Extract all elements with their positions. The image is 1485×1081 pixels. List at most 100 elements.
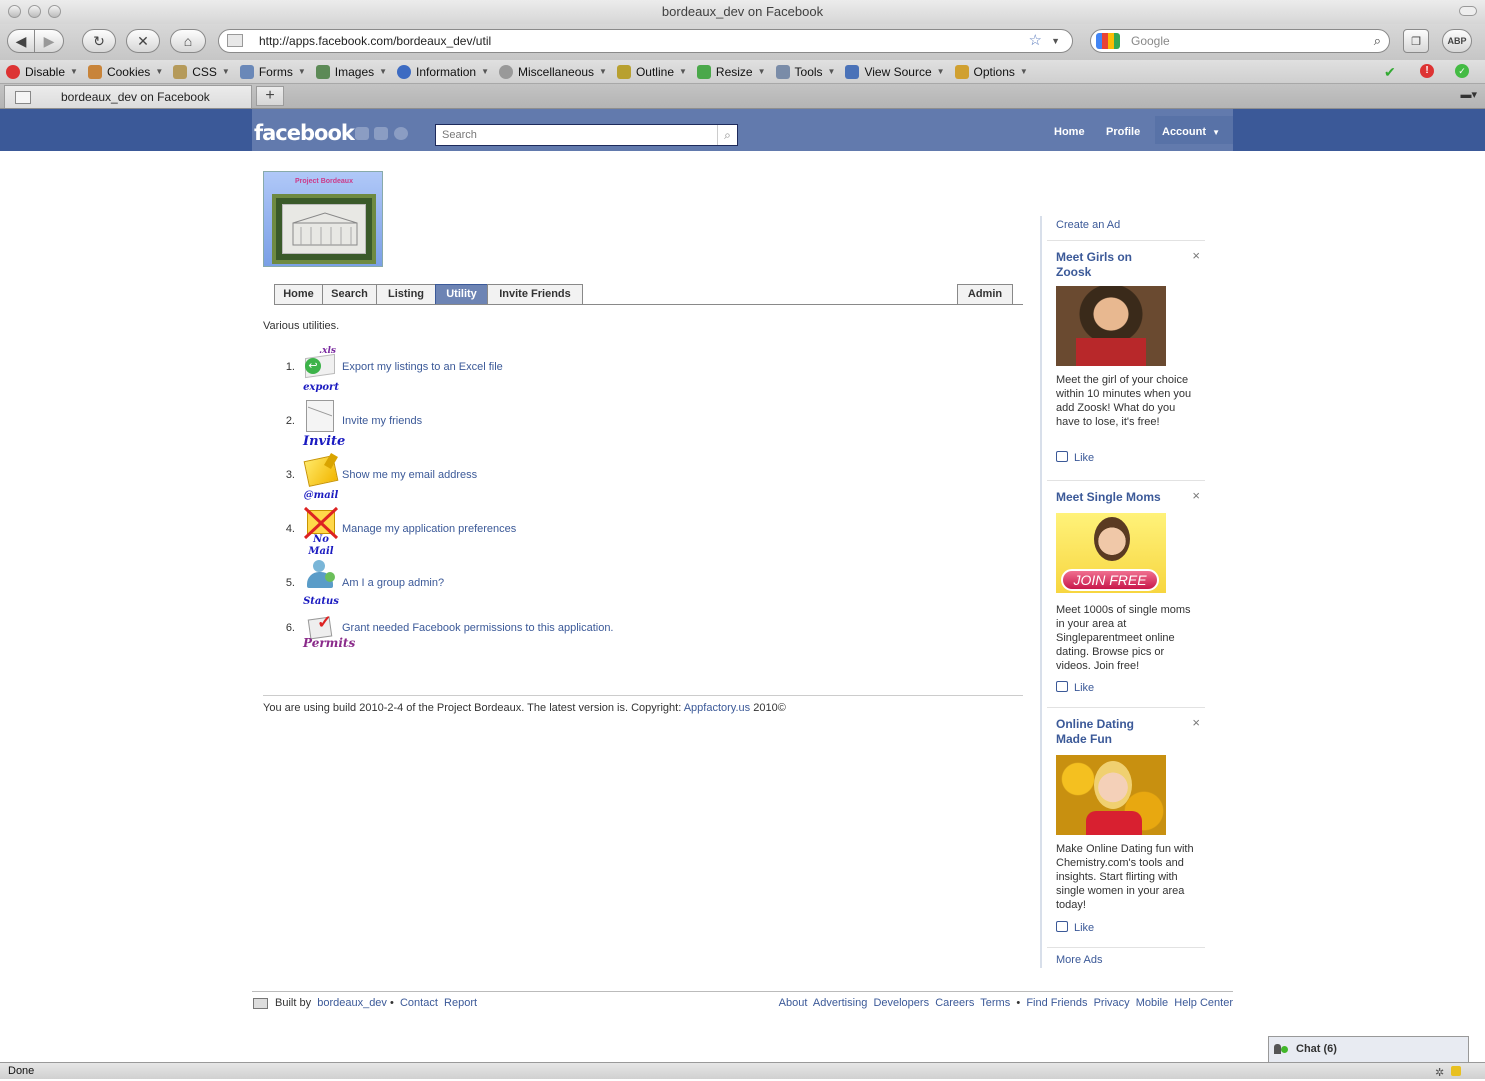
- utility-link[interactable]: Grant needed Facebook permissions to thi…: [342, 622, 614, 634]
- footer-find-friends-link[interactable]: Find Friends: [1026, 997, 1087, 1009]
- toolbar-css-menu[interactable]: CSS ▼: [173, 64, 230, 79]
- copyright-year: 2010©: [753, 702, 786, 714]
- export-excel-icon[interactable]: .xls ↩ export: [303, 344, 339, 394]
- icon-caption: Permits: [303, 636, 356, 650]
- facebook-logo[interactable]: facebook: [254, 121, 355, 145]
- group-status-icon[interactable]: Status: [303, 560, 339, 610]
- ad-like-link[interactable]: Like: [1056, 681, 1094, 694]
- window-copy-button[interactable]: ❐: [1403, 29, 1429, 53]
- toolbar-view-source-menu[interactable]: View Source ▼: [845, 64, 945, 79]
- close-ad-icon[interactable]: ×: [1192, 715, 1200, 730]
- search-icon[interactable]: ⌕: [1374, 30, 1381, 52]
- toolbar-outline-menu[interactable]: Outline ▼: [616, 64, 687, 79]
- reload-button[interactable]: ↻: [82, 29, 116, 53]
- footer-advertising-link[interactable]: Advertising: [813, 997, 867, 1009]
- close-ad-icon[interactable]: ×: [1192, 488, 1200, 503]
- footer-contact-link[interactable]: Contact: [400, 997, 438, 1009]
- utility-link[interactable]: Invite my friends: [342, 415, 422, 427]
- toolbar-images-menu[interactable]: Images ▼: [315, 64, 387, 79]
- invite-envelope-icon[interactable]: Invite: [303, 397, 345, 449]
- validation-ok-icon[interactable]: ✔: [1384, 64, 1396, 81]
- tab-listing[interactable]: Listing: [376, 284, 436, 305]
- toolbar-toggle-button[interactable]: [1459, 6, 1477, 16]
- permits-checklist-icon[interactable]: ✓ Permits: [303, 612, 356, 662]
- new-tab-button[interactable]: +: [256, 86, 284, 106]
- nav-profile-link[interactable]: Profile: [1106, 126, 1140, 138]
- close-ad-icon[interactable]: ×: [1192, 248, 1200, 263]
- utility-link[interactable]: Manage my application preferences: [342, 523, 516, 535]
- tab-invite-friends[interactable]: Invite Friends: [487, 284, 583, 305]
- ad-image[interactable]: JOIN FREE: [1056, 513, 1166, 593]
- url-history-dropdown-icon[interactable]: ▼: [1051, 30, 1060, 52]
- footer-separator: •: [1016, 997, 1021, 1009]
- ad-title[interactable]: Meet Single Moms: [1056, 490, 1166, 505]
- email-envelope-icon[interactable]: @mail: [303, 452, 339, 502]
- ad-title[interactable]: Meet Girls on Zoosk: [1056, 250, 1166, 280]
- join-free-button[interactable]: JOIN FREE: [1061, 569, 1159, 591]
- no-mail-icon[interactable]: No Mail: [303, 506, 339, 557]
- tab-search[interactable]: Search: [322, 284, 377, 305]
- messages-icon[interactable]: [374, 127, 388, 140]
- ad-like-link[interactable]: Like: [1056, 451, 1094, 464]
- toolbar-resize-menu[interactable]: Resize ▼: [696, 64, 766, 79]
- check-status-icon[interactable]: ✓: [1455, 64, 1469, 78]
- close-window-button[interactable]: [8, 5, 21, 18]
- tab-list-button[interactable]: ▬▾: [1460, 88, 1477, 101]
- more-ads-link[interactable]: More Ads: [1056, 954, 1102, 966]
- stop-button[interactable]: ✕: [126, 29, 160, 53]
- toolbar-options-menu[interactable]: Options ▼: [954, 64, 1028, 79]
- footer-terms-link[interactable]: Terms: [980, 997, 1010, 1009]
- facebook-search-input[interactable]: Search ⌕: [435, 124, 738, 146]
- nav-home-link[interactable]: Home: [1054, 126, 1085, 138]
- toolbar-forms-menu[interactable]: Forms ▼: [239, 64, 306, 79]
- tab-list-icon: ▬▾: [1460, 89, 1477, 101]
- footer-privacy-link[interactable]: Privacy: [1094, 997, 1130, 1009]
- error-icon[interactable]: !: [1420, 64, 1434, 78]
- footer-careers-link[interactable]: Careers: [935, 997, 974, 1009]
- toolbar-information-menu[interactable]: Information ▼: [397, 64, 489, 79]
- tab-admin[interactable]: Admin: [957, 284, 1013, 305]
- footer-app-link[interactable]: bordeaux_dev: [317, 997, 387, 1009]
- web-search-field[interactable]: Google ⌕: [1090, 29, 1390, 53]
- toolbar-tools-menu[interactable]: Tools ▼: [775, 64, 835, 79]
- forward-button[interactable]: ▶: [34, 29, 64, 53]
- utility-link[interactable]: Am I a group admin?: [342, 577, 444, 589]
- google-search-engine-icon[interactable]: [1096, 33, 1120, 49]
- app-logo[interactable]: Project Bordeaux: [263, 171, 383, 267]
- search-icon[interactable]: ⌕: [717, 125, 737, 145]
- toolbar-miscellaneous-menu[interactable]: Miscellaneous ▼: [499, 64, 607, 79]
- addon-p-icon[interactable]: [1451, 1066, 1461, 1076]
- back-button[interactable]: ◀: [7, 29, 35, 53]
- notifications-globe-icon[interactable]: [394, 127, 408, 140]
- browser-tab[interactable]: bordeaux_dev on Facebook: [4, 85, 252, 108]
- utility-link[interactable]: Show me my email address: [342, 469, 477, 481]
- ad-image[interactable]: [1056, 755, 1166, 835]
- footer-mobile-link[interactable]: Mobile: [1136, 997, 1168, 1009]
- footer-developers-link[interactable]: Developers: [873, 997, 929, 1009]
- tab-utility[interactable]: Utility: [435, 284, 488, 305]
- home-button[interactable]: ⌂: [170, 29, 206, 53]
- friend-requests-icon[interactable]: [355, 127, 369, 140]
- page-description: Various utilities.: [263, 320, 340, 332]
- address-bar[interactable]: http://apps.facebook.com/bordeaux_dev/ut…: [218, 29, 1073, 53]
- minimize-window-button[interactable]: [28, 5, 41, 18]
- adblock-button[interactable]: ABP: [1442, 29, 1472, 53]
- toolbar-disable-menu[interactable]: Disable ▼: [6, 64, 78, 79]
- ad-title[interactable]: Online Dating Made Fun: [1056, 717, 1166, 747]
- appfactory-link[interactable]: Appfactory.us: [684, 702, 750, 714]
- toolbar-cookies-menu[interactable]: Cookies ▼: [87, 64, 163, 79]
- account-menu[interactable]: Account ▼: [1155, 116, 1233, 144]
- zoom-window-button[interactable]: [48, 5, 61, 18]
- ad-like-link[interactable]: Like: [1056, 921, 1094, 934]
- status-addon-icons[interactable]: ✲: [1435, 1065, 1465, 1079]
- tab-home[interactable]: Home: [274, 284, 323, 305]
- ad-image[interactable]: [1056, 286, 1166, 366]
- chat-button[interactable]: Chat (6): [1268, 1036, 1469, 1062]
- footer-report-link[interactable]: Report: [444, 997, 477, 1009]
- footer-help-center-link[interactable]: Help Center: [1174, 997, 1233, 1009]
- utility-link[interactable]: Export my listings to an Excel file: [342, 361, 503, 373]
- create-an-ad-link[interactable]: Create an Ad: [1056, 219, 1120, 231]
- list-number: 4.: [285, 523, 295, 535]
- bookmark-star-icon[interactable]: ☆: [1029, 30, 1042, 52]
- footer-about-link[interactable]: About: [779, 997, 808, 1009]
